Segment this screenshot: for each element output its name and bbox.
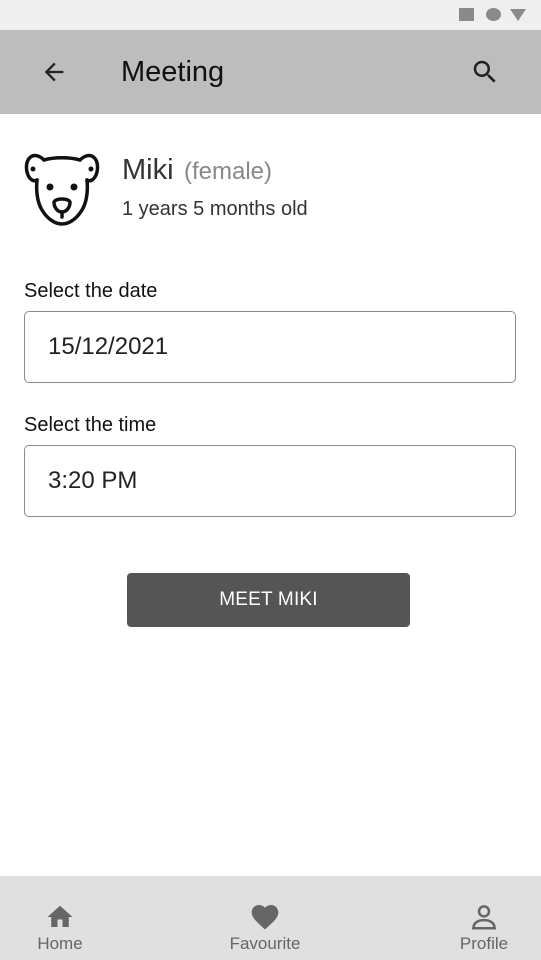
nav-item-profile[interactable]: Profile xyxy=(444,876,524,960)
nav-label-favourite: Favourite xyxy=(229,934,301,953)
nav-label-profile: Profile xyxy=(459,934,509,953)
status-bar xyxy=(0,0,541,30)
time-field[interactable]: 3:20 PM xyxy=(24,445,516,517)
pet-name-row: Miki (female) xyxy=(122,154,272,187)
bottom-nav: Home Favourite Profile xyxy=(0,876,541,960)
pet-name: Miki xyxy=(122,154,174,186)
dog-face-icon xyxy=(24,153,100,226)
pet-sex: (female) xyxy=(184,158,273,185)
status-square-icon xyxy=(459,8,474,21)
date-field[interactable]: 15/12/2021 xyxy=(24,311,516,383)
time-label: Select the time xyxy=(24,414,157,436)
time-value: 3:20 PM xyxy=(48,467,138,494)
pet-age: 1 years 5 months old xyxy=(122,198,308,220)
date-label: Select the date xyxy=(24,280,158,302)
meet-button[interactable]: MEET MIKI xyxy=(127,573,410,627)
status-triangle-icon xyxy=(510,9,526,21)
heart-icon xyxy=(251,905,279,930)
app-bar: Meeting xyxy=(0,30,541,114)
home-icon xyxy=(47,905,73,927)
nav-item-home[interactable]: Home xyxy=(20,876,100,960)
arrow-left-icon xyxy=(44,62,64,82)
page-title: Meeting xyxy=(121,56,225,88)
person-icon xyxy=(472,905,496,930)
date-value: 15/12/2021 xyxy=(48,333,169,360)
status-circle-icon xyxy=(486,8,501,21)
pet-header: Miki (female) 1 years 5 months old xyxy=(24,150,504,230)
nav-item-favourite[interactable]: Favourite xyxy=(210,876,320,960)
back-button[interactable] xyxy=(34,52,74,92)
search-button[interactable] xyxy=(465,52,505,92)
nav-label-home: Home xyxy=(37,934,83,953)
search-icon xyxy=(473,60,496,83)
